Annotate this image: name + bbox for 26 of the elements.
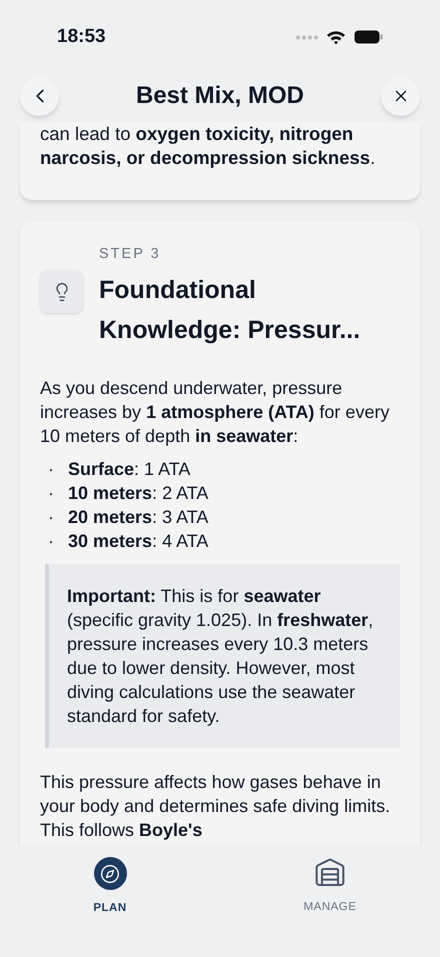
list-item: 10 meters: 2 ATA (68, 482, 208, 505)
intro-paragraph: As you descend underwater, pressure increases by 1 atmosphere (ATA) for every 10 meters of depth in seawater: (40, 376, 390, 448)
screen-title: Best Mix, MOD (136, 81, 304, 111)
card-text: can lead to oxygen toxicity, nitrogen narcosis, or decompression sickness. (40, 122, 376, 170)
step-label: STEP 3 (99, 245, 162, 264)
tab-item[interactable]: MANAGE (220, 857, 440, 927)
lightbulb-icon (40, 270, 83, 313)
bullet-marker: · (48, 482, 54, 505)
wifi-icon (326, 30, 346, 44)
step-title: Foundational Knowledge: Pressur... (99, 274, 362, 346)
bullet-marker: · (48, 506, 54, 529)
back-button[interactable] (20, 76, 59, 116)
bullet-marker: · (48, 458, 54, 481)
list-item: Surface: 1 ATA (68, 458, 190, 481)
battery-icon (354, 30, 383, 44)
signal-icon (296, 34, 318, 40)
bullet-marker: · (48, 530, 54, 553)
list-item: 30 meters: 4 ATA (68, 530, 208, 553)
list-item: 20 meters: 3 ATA (68, 506, 208, 529)
compass-icon (94, 857, 126, 890)
tab-item[interactable]: PLAN (0, 857, 220, 927)
callout-text: Important: This is for seawater (specific gravity 1.025). In freshwater, pressure increases every 10.3 meters due to lower density. However, most diving calculations use the seawater standard for safety. (67, 584, 374, 728)
close-button[interactable] (381, 76, 420, 116)
warehouse-icon (314, 857, 346, 889)
outro-paragraph: This pressure affects how gases behave in your body and determines safe diving limits. This follows Boyle's (40, 770, 392, 842)
status-time: 18:53 (57, 24, 106, 49)
